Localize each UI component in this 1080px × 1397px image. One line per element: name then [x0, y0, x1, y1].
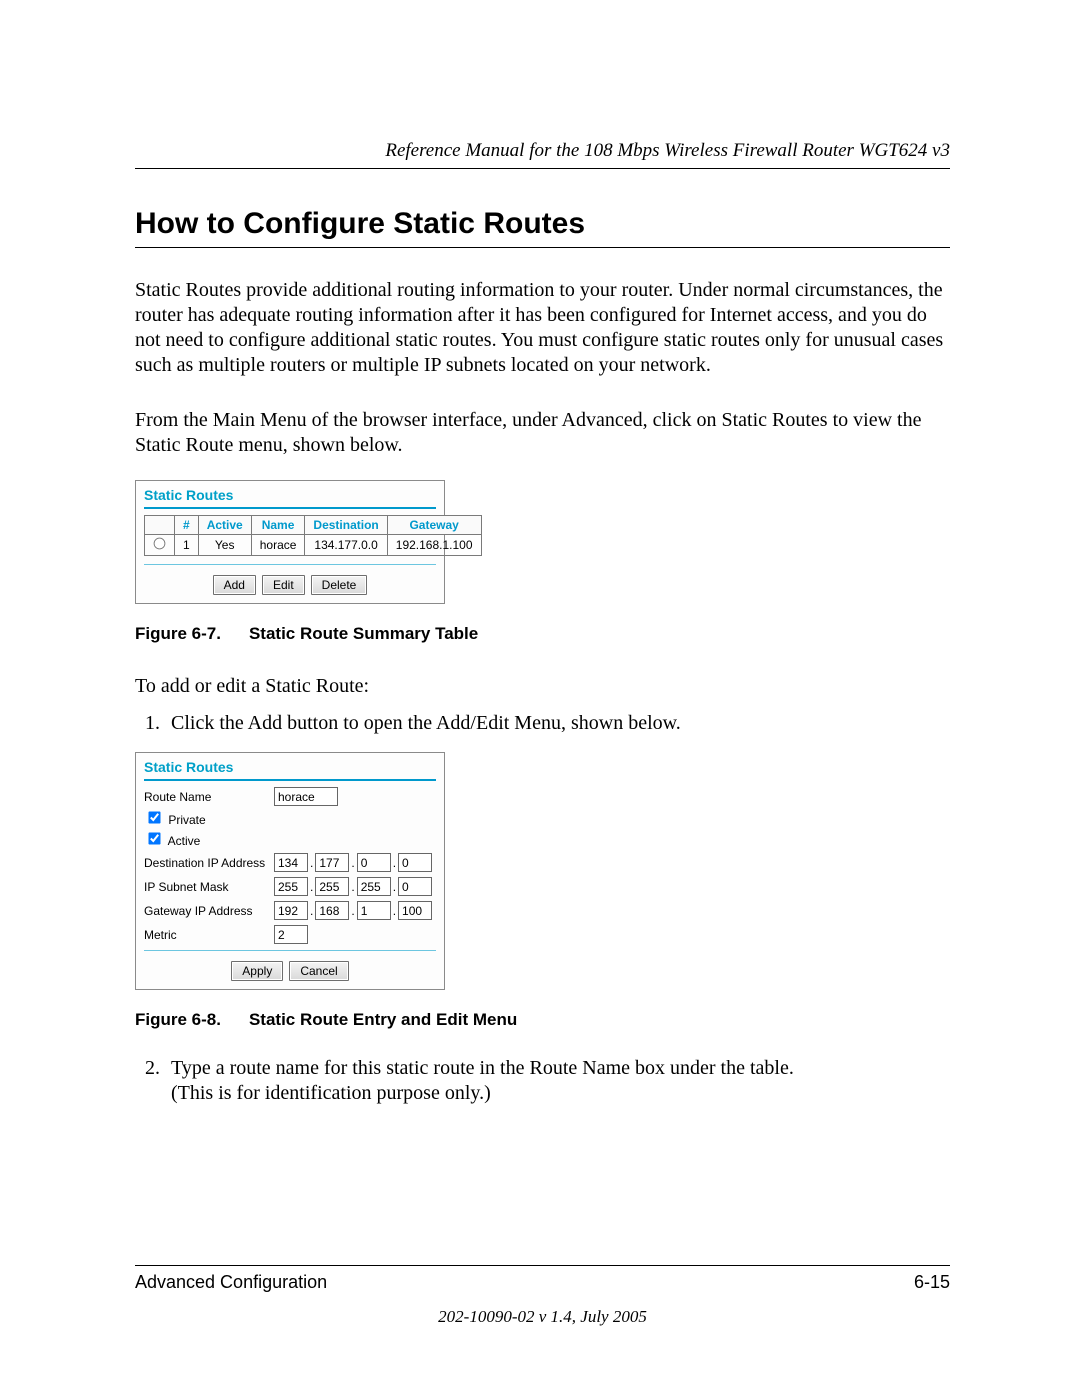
cell-name: horace — [251, 535, 305, 556]
cell-num: 1 — [175, 535, 199, 556]
route-name-input[interactable] — [274, 787, 338, 806]
figure-6-8-caption: Figure 6-8. Static Route Entry and Edit M… — [135, 1010, 950, 1030]
col-name: Name — [251, 516, 305, 535]
running-header: Reference Manual for the 108 Mbps Wirele… — [135, 140, 950, 169]
label-mask: IP Subnet Mask — [144, 880, 274, 894]
row-metric: Metric — [144, 925, 436, 944]
col-dest: Destination — [305, 516, 387, 535]
gw-octet-4[interactable] — [398, 901, 432, 920]
intro-paragraph-1: Static Routes provide additional routing… — [135, 278, 950, 378]
table-row[interactable]: 1 Yes horace 134.177.0.0 192.168.1.100 — [145, 535, 482, 556]
row-route-name: Route Name — [144, 787, 436, 806]
dest-octet-2[interactable] — [315, 853, 349, 872]
figure-label: Figure 6-8. — [135, 1010, 221, 1029]
edit-button[interactable]: Edit — [262, 575, 305, 595]
private-checkbox[interactable] — [148, 811, 160, 823]
apply-button[interactable]: Apply — [231, 961, 283, 981]
label-gw: Gateway IP Address — [144, 904, 274, 918]
dest-octet-3[interactable] — [357, 853, 391, 872]
figure-text: Static Route Entry and Edit Menu — [249, 1010, 517, 1029]
intro-paragraph-2: From the Main Menu of the browser interf… — [135, 408, 950, 458]
metric-input[interactable] — [274, 925, 308, 944]
row-dest: Destination IP Address . . . — [144, 853, 436, 872]
footer-right: 6-15 — [914, 1272, 950, 1293]
figure-6-7-caption: Figure 6-7. Static Route Summary Table — [135, 624, 950, 644]
step-2-line-1: Type a route name for this static route … — [171, 1057, 794, 1079]
panel-title: Static Routes — [144, 759, 436, 775]
label-active: Active — [168, 834, 201, 848]
col-gw: Gateway — [387, 516, 481, 535]
label-route-name: Route Name — [144, 790, 274, 804]
cell-gw: 192.168.1.100 — [387, 535, 481, 556]
col-active: Active — [198, 516, 251, 535]
mask-octet-3[interactable] — [357, 877, 391, 896]
mask-octet-4[interactable] — [398, 877, 432, 896]
panel-title: Static Routes — [144, 487, 436, 503]
col-select — [145, 516, 175, 535]
label-dest: Destination IP Address — [144, 856, 274, 870]
mask-octet-1[interactable] — [274, 877, 308, 896]
footer-docver: 202-10090-02 v 1.4, July 2005 — [135, 1307, 950, 1327]
row-mask: IP Subnet Mask . . . — [144, 877, 436, 896]
figure-6-8-panel: Static Routes Route Name Private Active … — [135, 752, 445, 990]
gw-octet-3[interactable] — [357, 901, 391, 920]
table-header-row: # Active Name Destination Gateway — [145, 516, 482, 535]
figure-6-7-panel: Static Routes # Active Name Destination … — [135, 480, 445, 604]
row-active: Active — [144, 832, 436, 848]
footer-left: Advanced Configuration — [135, 1272, 327, 1293]
step-2: Type a route name for this static route … — [165, 1056, 950, 1106]
static-routes-table: # Active Name Destination Gateway 1 Yes … — [144, 515, 482, 556]
cell-active: Yes — [198, 535, 251, 556]
section-title: How to Configure Static Routes — [135, 207, 950, 248]
dest-octet-1[interactable] — [274, 853, 308, 872]
figure-label: Figure 6-7. — [135, 624, 221, 643]
active-checkbox[interactable] — [148, 832, 160, 844]
cancel-button[interactable]: Cancel — [289, 961, 348, 981]
mask-octet-2[interactable] — [315, 877, 349, 896]
page-footer: Advanced Configuration 6-15 202-10090-02… — [135, 1265, 950, 1327]
lead-in: To add or edit a Static Route: — [135, 674, 950, 699]
step-1: Click the Add button to open the Add/Edi… — [165, 711, 950, 736]
row-gw: Gateway IP Address . . . — [144, 901, 436, 920]
label-private: Private — [168, 813, 205, 827]
gw-octet-2[interactable] — [315, 901, 349, 920]
figure-text: Static Route Summary Table — [249, 624, 478, 643]
row-select-radio[interactable] — [154, 538, 166, 550]
gw-octet-1[interactable] — [274, 901, 308, 920]
label-metric: Metric — [144, 928, 274, 942]
add-button[interactable]: Add — [213, 575, 256, 595]
row-private: Private — [144, 811, 436, 827]
delete-button[interactable]: Delete — [311, 575, 368, 595]
col-num: # — [175, 516, 199, 535]
dest-octet-4[interactable] — [398, 853, 432, 872]
step-2-line-2: (This is for identification purpose only… — [171, 1082, 491, 1104]
cell-dest: 134.177.0.0 — [305, 535, 387, 556]
